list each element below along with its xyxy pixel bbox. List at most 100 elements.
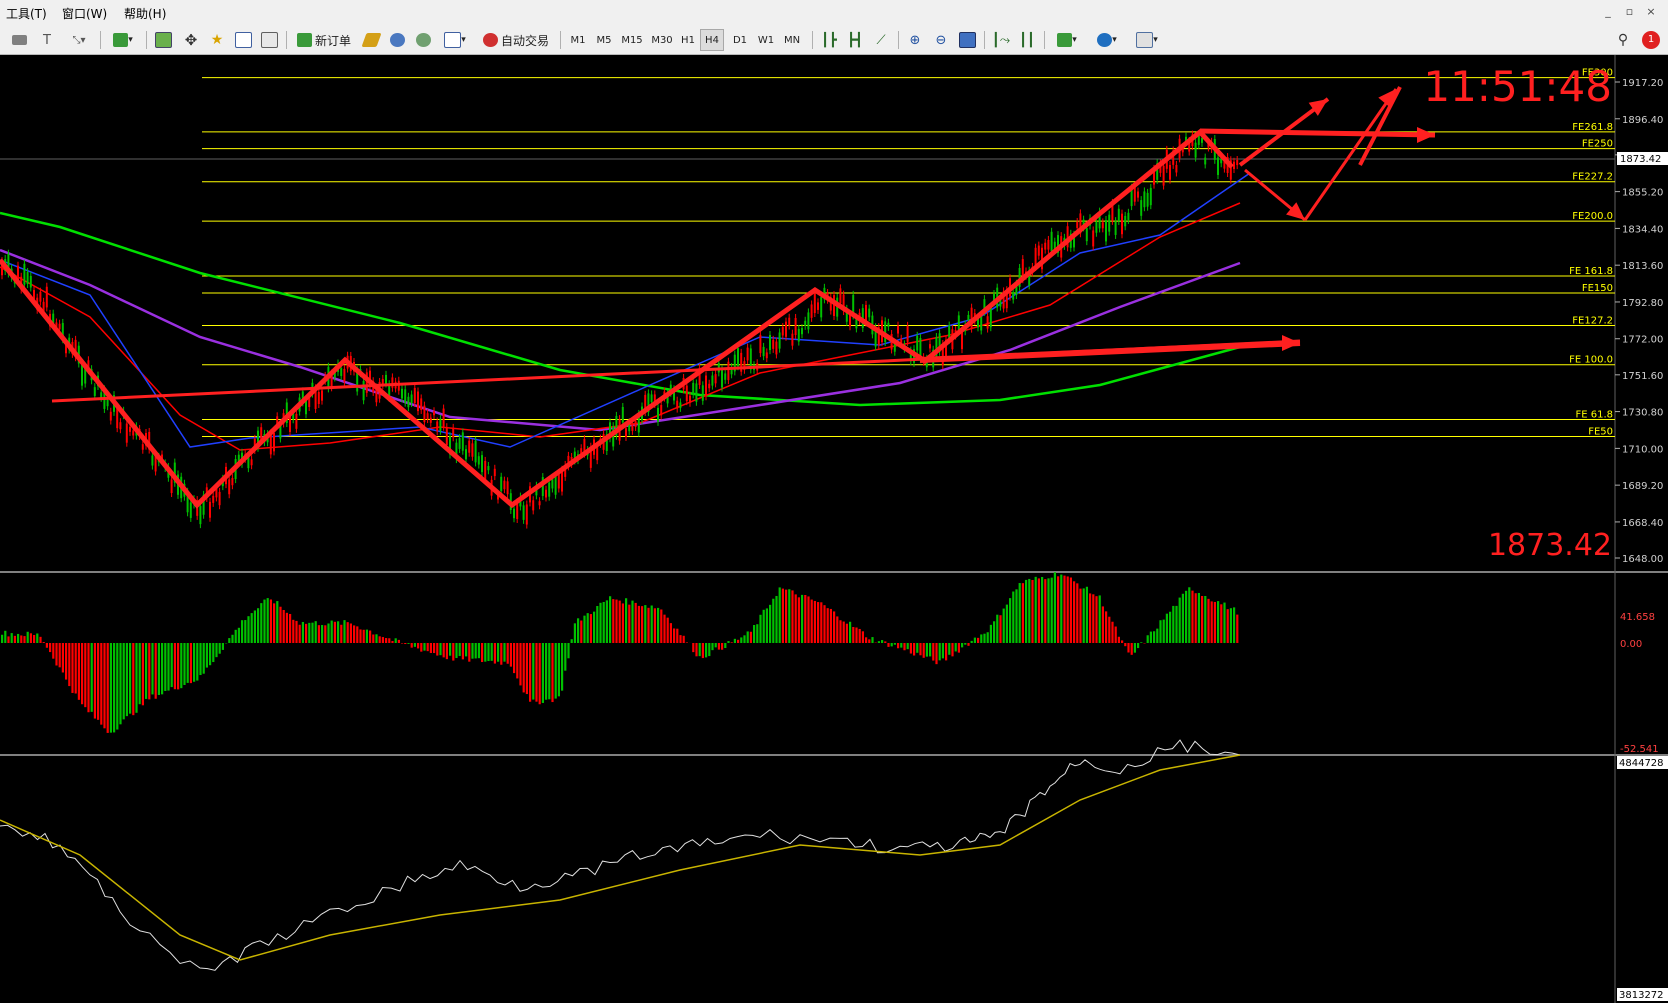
tools-dropdown-icon[interactable]: ⤡▾ [64, 29, 94, 51]
gold-icon[interactable] [360, 29, 382, 51]
candle-body [141, 444, 144, 450]
autoscroll-icon[interactable]: ┃⤳ [990, 29, 1012, 51]
zoom-out-icon[interactable]: ⊖ [930, 29, 952, 51]
timeframe-mn[interactable]: MN [780, 29, 804, 51]
candle-body [413, 387, 416, 404]
macd-bar [330, 620, 333, 643]
macd-bar [180, 643, 183, 689]
favorites-icon[interactable]: ★ [206, 29, 228, 51]
macd-bar [852, 627, 855, 643]
close-button[interactable]: × [1642, 5, 1660, 18]
menu-window[interactable]: 窗口(W) [62, 5, 107, 22]
chart-window-icon[interactable]: ▾ [438, 29, 472, 51]
macd-bar [877, 641, 880, 643]
market-watch-icon[interactable] [152, 29, 174, 51]
macd-bar [900, 643, 903, 648]
signals-icon[interactable] [386, 29, 408, 51]
macd-bar [657, 607, 660, 643]
tile-windows-icon[interactable] [956, 29, 978, 51]
fib-label: FE 161.8 [1569, 266, 1613, 277]
zoom-in-icon[interactable]: ⊕ [904, 29, 926, 51]
price-axis-label: 1689.20 [1622, 481, 1663, 492]
fib-label: FE 100.0 [1569, 355, 1613, 366]
timeframe-m30[interactable]: M30 [648, 29, 676, 51]
macd-bar [93, 643, 96, 719]
candle-body [23, 263, 26, 285]
macd-bar [679, 635, 682, 643]
strategy-tester-icon[interactable] [258, 29, 280, 51]
candle-body [1050, 231, 1053, 252]
macd-bar [157, 643, 160, 695]
timeframe-m15[interactable]: M15 [618, 29, 646, 51]
candle-body [125, 423, 128, 443]
macd-bar [68, 643, 71, 687]
candle-body [116, 408, 119, 429]
macd-bar [625, 598, 628, 643]
new-chart-icon[interactable]: ▾ [106, 29, 140, 51]
candle-body [884, 321, 887, 343]
toolbar: T ⤡▾ ▾ ✥ ★ 新订单 ▾ 自动交易 ┃┣ ┣┫ ⟋ ⊕ ⊖ ┃⤳ ┃┃ … [0, 26, 1668, 55]
macd-bar [218, 643, 221, 654]
indicators-icon[interactable]: ▾ [1050, 29, 1084, 51]
macd-bar [890, 643, 893, 647]
candle-body [685, 385, 688, 402]
navigator-icon[interactable] [232, 29, 254, 51]
macd-bar [589, 614, 592, 643]
candle-body [212, 495, 215, 503]
macd-bar [407, 643, 410, 644]
periods-icon[interactable]: ▾ [1090, 29, 1124, 51]
new-order-icon [296, 33, 312, 47]
macd-bar [359, 629, 362, 643]
menu-help[interactable]: 帮助(H) [124, 5, 166, 22]
timeframe-m5[interactable]: M5 [592, 29, 616, 51]
macd-bar [301, 621, 304, 643]
chart-shift-icon[interactable]: ┃┃ [1016, 29, 1038, 51]
candle-chart-icon[interactable]: ┣┫ [844, 29, 866, 51]
candle-body [420, 398, 423, 410]
macd-bar [1050, 577, 1053, 643]
search-icon[interactable]: ⚲ [1612, 29, 1634, 51]
line-chart-icon[interactable]: ⟋ [870, 29, 892, 51]
macd-bar [154, 643, 157, 699]
arrowhead [1282, 335, 1300, 351]
profile-icon[interactable] [8, 29, 30, 51]
candle-body [762, 346, 765, 357]
macd-bar [458, 643, 461, 657]
notifications-icon[interactable]: 1 [1638, 29, 1664, 51]
bar-chart-icon[interactable]: ┃┣ [818, 29, 840, 51]
macd-bar [903, 643, 906, 651]
market-icon[interactable] [412, 29, 434, 51]
timeframe-h1[interactable]: H1 [676, 29, 700, 51]
auto-trade-button[interactable]: 自动交易 [478, 29, 554, 51]
macd-bar [593, 611, 596, 643]
candle-body [189, 502, 192, 518]
menu-tools[interactable]: 工具(T) [6, 5, 47, 22]
timeframe-m1[interactable]: M1 [566, 29, 590, 51]
timeframe-h4[interactable]: H4 [700, 29, 724, 51]
macd-bar [973, 637, 976, 643]
chart-area[interactable]: 1917.201896.401876.001855.201834.401813.… [0, 55, 1668, 1003]
minimize-button[interactable]: _ [1599, 5, 1617, 18]
candle-body [596, 446, 599, 461]
macd-bar [106, 643, 109, 733]
macd-bar [647, 607, 650, 643]
macd-bar [36, 633, 39, 643]
candle-body [385, 374, 387, 384]
macd-bar [298, 624, 301, 643]
chart-canvas[interactable]: 1917.201896.401876.001855.201834.401813.… [0, 55, 1668, 1003]
timeframe-w1[interactable]: W1 [754, 29, 778, 51]
bid-price-tag: 1873.42 [1620, 154, 1661, 165]
timeframe-d1[interactable]: D1 [728, 29, 752, 51]
templates-icon[interactable]: ▾ [1130, 29, 1164, 51]
crosshair-icon[interactable]: ✥ [180, 29, 202, 51]
new-order-button[interactable]: 新订单 [292, 29, 356, 51]
candle-body [788, 317, 791, 326]
candle-body [362, 380, 365, 401]
candle-body [650, 394, 653, 403]
restore-button[interactable]: ▫ [1621, 5, 1639, 18]
macd-bar [545, 643, 548, 700]
candle-body [929, 344, 931, 349]
text-tool-icon[interactable]: T [36, 29, 58, 51]
window-controls: _ ▫ × [1599, 5, 1660, 18]
macd-bar [221, 643, 224, 650]
